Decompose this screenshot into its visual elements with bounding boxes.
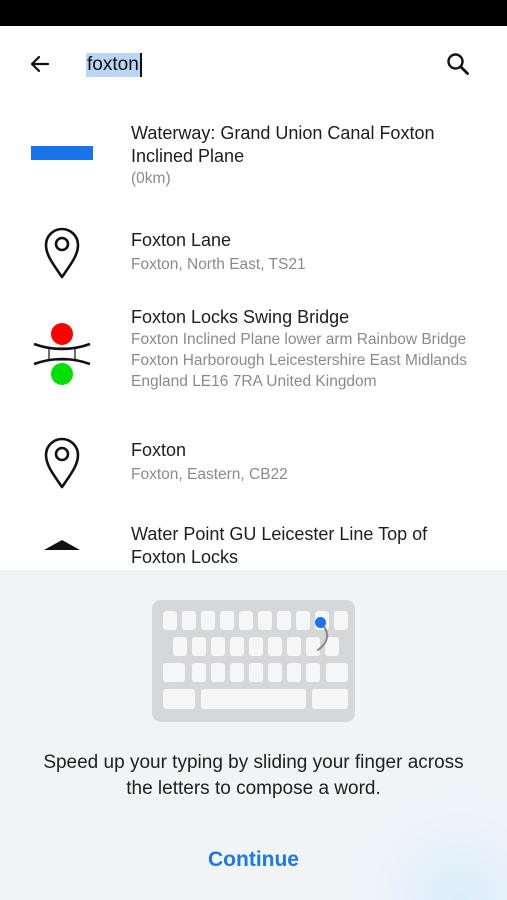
search-query-text[interactable]: foxton xyxy=(86,53,140,77)
arrow-left-icon xyxy=(30,55,50,73)
search-results-list: Waterway: Grand Union Canal Foxton Incli… xyxy=(0,104,507,570)
swing-bridge-icon xyxy=(26,322,98,386)
result-title: Water Point GU Leicester Line Top of Fox… xyxy=(131,524,428,567)
status-bar xyxy=(0,0,507,26)
result-subtitle: (0km) xyxy=(131,170,171,187)
search-icon xyxy=(447,53,469,75)
result-item[interactable]: Water Point GU Leicester Line Top of Fox… xyxy=(0,510,507,570)
result-subtitle: Foxton Inclined Plane lower arm Rainbow … xyxy=(131,331,468,390)
search-header: foxton xyxy=(0,26,507,104)
result-title: Foxton xyxy=(131,440,187,460)
result-item[interactable]: Waterway: Grand Union Canal Foxton Incli… xyxy=(0,104,507,208)
result-title: Foxton Lane xyxy=(131,230,232,250)
map-pin-icon xyxy=(26,226,98,280)
back-button[interactable] xyxy=(24,48,56,80)
swipe-keyboard-icon xyxy=(152,600,355,722)
result-title: Waterway: Grand Union Canal Foxton Incli… xyxy=(131,123,435,166)
result-subtitle: Foxton, North East, TS21 xyxy=(131,256,306,273)
continue-button[interactable]: Continue xyxy=(190,844,317,876)
search-input[interactable]: foxton xyxy=(86,50,142,80)
water-point-icon xyxy=(26,536,98,556)
swipe-typing-onboarding: Speed up your typing by sliding your fin… xyxy=(0,570,507,900)
result-item[interactable]: Foxton Lane Foxton, North East, TS21 xyxy=(0,208,507,292)
result-item[interactable]: Foxton Locks Swing Bridge Foxton Incline… xyxy=(0,292,507,426)
result-item[interactable]: Foxton Foxton, Eastern, CB22 xyxy=(0,426,507,510)
waterway-line-icon xyxy=(26,146,98,160)
onboarding-message: Speed up your typing by sliding your fin… xyxy=(43,752,464,799)
search-button[interactable] xyxy=(442,48,474,80)
result-subtitle: Foxton, Eastern, CB22 xyxy=(131,466,288,483)
map-pin-icon xyxy=(26,436,98,490)
swipe-dot xyxy=(315,617,326,628)
result-title: Foxton Locks Swing Bridge xyxy=(131,307,350,327)
text-caret xyxy=(139,53,142,77)
